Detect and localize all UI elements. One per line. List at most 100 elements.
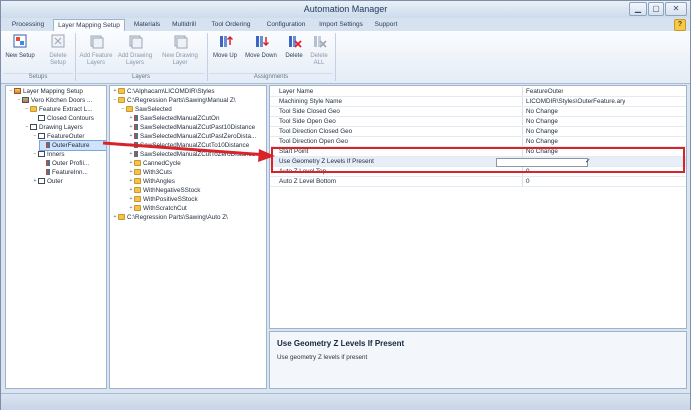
- new-drawing-layer-icon: [174, 35, 188, 49]
- tab-import-settings[interactable]: Import Settings: [314, 19, 368, 31]
- style-icon: [134, 124, 138, 130]
- new-setup-icon: [13, 34, 27, 48]
- layer-mapping-tree[interactable]: − Layer Mapping Setup − Vero Kitchen Doors…: [5, 85, 107, 389]
- new-drawing-layer-button[interactable]: New Drawing Layer: [161, 33, 199, 71]
- title-bar: Automation Manager ▁ ▢ ✕: [1, 1, 690, 18]
- annotation-arrow-icon: [102, 141, 275, 162]
- property-row[interactable]: Tool Side Closed Geo No Change: [270, 107, 686, 117]
- status-bar: [1, 393, 690, 410]
- tab-layer-mapping-setup[interactable]: Layer Mapping Setup: [53, 19, 125, 31]
- folder-icon: [118, 97, 125, 103]
- tree-node-featureinn[interactable]: FeatureInn...: [40, 168, 88, 177]
- description-title: Use Geometry Z Levels If Present: [277, 339, 405, 348]
- property-row[interactable]: Tool Direction Closed Geo No Change: [270, 127, 686, 137]
- property-row[interactable]: Auto Z Level Bottom 0: [270, 177, 686, 187]
- style-icon: [46, 160, 50, 166]
- folder-icon: [134, 205, 141, 211]
- add-feature-layers-button[interactable]: Add Feature Layers: [79, 33, 113, 71]
- tab-support[interactable]: Support: [371, 19, 401, 31]
- layers-icon: [14, 88, 21, 94]
- property-grid[interactable]: Layer Name FeatureOuter Machining Style N…: [269, 85, 687, 329]
- ribbon-tabs: Processing Layer Mapping Setup Materials…: [1, 18, 690, 31]
- move-down-button[interactable]: Move Down: [243, 33, 279, 71]
- property-row[interactable]: Tool Direction Open Geo No Change: [270, 137, 686, 147]
- property-row[interactable]: Tool Side Open Geo No Change: [270, 117, 686, 127]
- delete-setup-icon: [51, 34, 65, 48]
- layer-box-icon: [38, 133, 45, 139]
- tree-node-closed-contours[interactable]: Closed Contours: [32, 114, 94, 123]
- add-drawing-layers-button[interactable]: Add Drawing Layers: [117, 33, 153, 71]
- window-title: Automation Manager: [303, 4, 388, 14]
- tree-node-feature-extract[interactable]: − Feature Extract L...: [24, 105, 93, 114]
- drawing-layers-icon: [30, 124, 37, 130]
- style-folder[interactable]: + WithScratchCut: [128, 204, 187, 213]
- style-item[interactable]: + SawSelectedManualZCutPast10Distance: [128, 123, 255, 132]
- delete-assignment-button[interactable]: Delete: [281, 33, 307, 71]
- move-up-button[interactable]: Move Up: [209, 33, 241, 71]
- group-layers-label: Layers: [77, 73, 205, 83]
- style-folder[interactable]: + WithPositiveSStock: [128, 195, 198, 204]
- property-row[interactable]: Machining Style Name LICOMDIR\Styles\Oute…: [270, 97, 686, 107]
- group-assignments-label: Assignments: [209, 73, 333, 83]
- group-separator: [207, 33, 208, 81]
- folder-icon: [134, 196, 141, 202]
- folder-icon: [118, 88, 125, 94]
- property-row[interactable]: Layer Name FeatureOuter: [270, 87, 686, 97]
- style-folder[interactable]: + WithAngles: [128, 177, 175, 186]
- setup-icon: [22, 97, 29, 103]
- group-separator: [335, 33, 336, 81]
- delete-assignment-icon: [289, 36, 302, 48]
- annotation-highlight-box: [271, 147, 685, 173]
- tab-multidrill[interactable]: Multidrill: [167, 19, 201, 31]
- tree-node-vero-kitchen-doors[interactable]: − Vero Kitchen Doors ...: [16, 96, 92, 105]
- style-folder-manual-z[interactable]: − C:\Regression Parts\Sawing\Manual Z\: [112, 96, 236, 105]
- close-icon[interactable]: ✕: [665, 2, 687, 16]
- tree-node-outerfeature[interactable]: OuterFeature: [39, 140, 106, 151]
- delete-all-button[interactable]: Delete ALL: [307, 33, 331, 71]
- help-icon[interactable]: ?: [674, 19, 686, 31]
- delete-setup-button[interactable]: Delete Setup: [43, 33, 73, 71]
- style-folder[interactable]: + With3Cuts: [128, 168, 172, 177]
- tab-processing[interactable]: Processing: [5, 19, 51, 31]
- tab-materials[interactable]: Materials: [129, 19, 165, 31]
- layer-box-icon: [38, 115, 45, 121]
- layer-box-icon: [38, 151, 45, 157]
- maximize-icon[interactable]: ▢: [648, 2, 664, 16]
- folder-icon: [126, 106, 133, 112]
- style-folder[interactable]: + WithNegativeSStock: [128, 186, 200, 195]
- add-feature-layers-icon: [90, 35, 104, 49]
- layer-box-icon: [38, 178, 45, 184]
- tab-tool-ordering[interactable]: Tool Ordering: [206, 19, 256, 31]
- group-setups-label: Setups: [3, 73, 73, 83]
- style-item[interactable]: + SawSelectedManualZCutOn: [128, 114, 219, 123]
- application-window: Automation Manager ▁ ▢ ✕ Processing Laye…: [0, 0, 691, 410]
- style-icon: [134, 115, 138, 121]
- style-folder-alphacam[interactable]: + C:\Alphacam\LICOMDIR\Styles: [112, 87, 214, 96]
- tree-node-layer-mapping-setup[interactable]: − Layer Mapping Setup: [8, 87, 83, 96]
- tree-node-outer-profil[interactable]: Outer Profil...: [40, 159, 89, 168]
- folder-icon: [134, 187, 141, 193]
- folder-icon: [134, 169, 141, 175]
- style-icon: [46, 169, 50, 175]
- tree-node-drawing-layers[interactable]: − Drawing Layers: [24, 123, 83, 132]
- style-icon: [46, 142, 50, 148]
- style-folder-sawselected[interactable]: − SawSelected: [120, 105, 172, 114]
- description-text: Use geometry Z levels if present: [277, 354, 368, 361]
- property-description-panel: Use Geometry Z Levels If Present Use geo…: [269, 331, 687, 389]
- delete-all-icon: [314, 36, 327, 48]
- move-up-icon: [220, 35, 233, 47]
- add-drawing-layers-icon: [129, 35, 143, 49]
- machining-styles-tree[interactable]: + C:\Alphacam\LICOMDIR\Styles − C:\Regress…: [109, 85, 267, 389]
- minimize-icon[interactable]: ▁: [629, 2, 647, 16]
- tree-node-inners[interactable]: − Inners: [32, 150, 65, 159]
- move-down-icon: [256, 36, 269, 47]
- tab-configuration[interactable]: Configuration: [261, 19, 311, 31]
- tree-node-featureouter[interactable]: − FeatureOuter: [32, 132, 84, 141]
- folder-icon: [134, 178, 141, 184]
- tree-node-outer[interactable]: + Outer: [32, 177, 63, 186]
- folder-icon: [118, 214, 125, 220]
- group-separator: [75, 33, 76, 81]
- style-folder-auto-z[interactable]: + C:\Regression Parts\Sawing\Auto Z\: [112, 213, 228, 222]
- new-setup-button[interactable]: New Setup: [5, 33, 35, 71]
- ribbon: New Setup Delete Setup Add Feature Layer…: [1, 31, 690, 84]
